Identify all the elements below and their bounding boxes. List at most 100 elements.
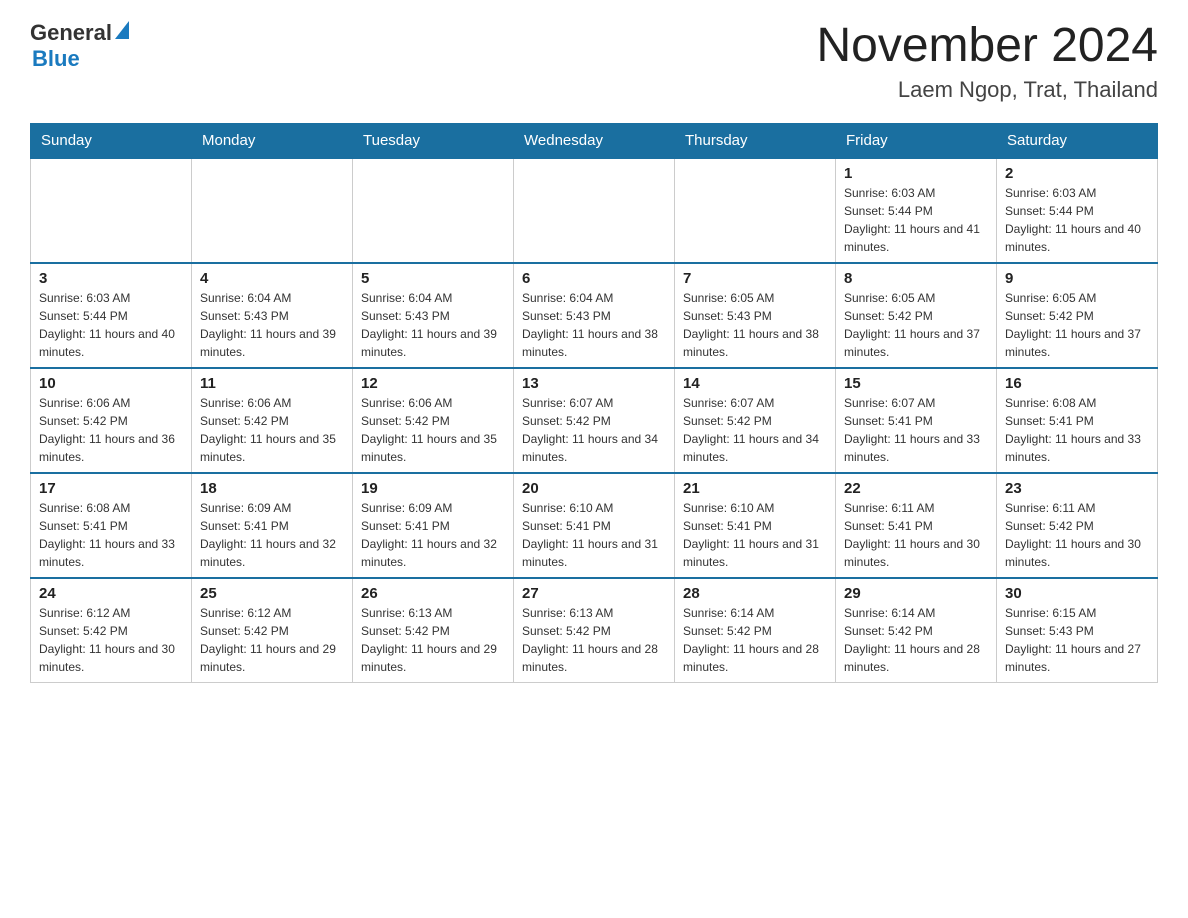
- day-info: Sunrise: 6:13 AMSunset: 5:42 PMDaylight:…: [361, 604, 505, 676]
- day-info: Sunrise: 6:04 AMSunset: 5:43 PMDaylight:…: [361, 289, 505, 361]
- day-info: Sunrise: 6:05 AMSunset: 5:42 PMDaylight:…: [844, 289, 988, 361]
- day-info: Sunrise: 6:05 AMSunset: 5:42 PMDaylight:…: [1005, 289, 1149, 361]
- day-info: Sunrise: 6:08 AMSunset: 5:41 PMDaylight:…: [39, 499, 183, 571]
- day-info: Sunrise: 6:11 AMSunset: 5:42 PMDaylight:…: [1005, 499, 1149, 571]
- day-info: Sunrise: 6:06 AMSunset: 5:42 PMDaylight:…: [39, 394, 183, 466]
- day-number: 11: [200, 375, 344, 392]
- day-info: Sunrise: 6:07 AMSunset: 5:42 PMDaylight:…: [683, 394, 827, 466]
- day-number: 2: [1005, 165, 1149, 182]
- calendar-cell: 4 Sunrise: 6:04 AMSunset: 5:43 PMDaylight…: [192, 263, 353, 368]
- calendar-cell: 30 Sunrise: 6:15 AMSunset: 5:43 PMDayligh…: [997, 578, 1158, 683]
- day-number: 19: [361, 480, 505, 497]
- day-info: Sunrise: 6:03 AMSunset: 5:44 PMDaylight:…: [39, 289, 183, 361]
- calendar-cell: [31, 158, 192, 263]
- day-info: Sunrise: 6:05 AMSunset: 5:43 PMDaylight:…: [683, 289, 827, 361]
- calendar-cell: 20 Sunrise: 6:10 AMSunset: 5:41 PMDayligh…: [514, 473, 675, 578]
- weekday-header-tuesday: Tuesday: [353, 123, 514, 158]
- weekday-header-wednesday: Wednesday: [514, 123, 675, 158]
- calendar-cell: 3 Sunrise: 6:03 AMSunset: 5:44 PMDaylight…: [31, 263, 192, 368]
- day-info: Sunrise: 6:03 AMSunset: 5:44 PMDaylight:…: [844, 184, 988, 256]
- day-info: Sunrise: 6:04 AMSunset: 5:43 PMDaylight:…: [200, 289, 344, 361]
- day-number: 16: [1005, 375, 1149, 392]
- calendar-cell: 29Sunrise: 6:14 AMSunset: 5:42 PMDayligh…: [836, 578, 997, 683]
- main-title: November 2024: [816, 20, 1158, 73]
- day-info: Sunrise: 6:12 AMSunset: 5:42 PMDaylight:…: [200, 604, 344, 676]
- day-number: 29: [844, 585, 988, 602]
- day-number: 22: [844, 480, 988, 497]
- weekday-header-saturday: Saturday: [997, 123, 1158, 158]
- calendar-cell: 25Sunrise: 6:12 AMSunset: 5:42 PMDayligh…: [192, 578, 353, 683]
- day-number: 4: [200, 270, 344, 287]
- day-number: 7: [683, 270, 827, 287]
- calendar-cell: [675, 158, 836, 263]
- day-info: Sunrise: 6:12 AMSunset: 5:42 PMDaylight:…: [39, 604, 183, 676]
- calendar-week-row: 10Sunrise: 6:06 AMSunset: 5:42 PMDayligh…: [31, 368, 1158, 473]
- day-info: Sunrise: 6:10 AMSunset: 5:41 PMDaylight:…: [522, 499, 666, 571]
- weekday-header-row: SundayMondayTuesdayWednesdayThursdayFrid…: [31, 123, 1158, 158]
- calendar-cell: 21 Sunrise: 6:10 AMSunset: 5:41 PMDayligh…: [675, 473, 836, 578]
- day-number: 26: [361, 585, 505, 602]
- day-number: 20: [522, 480, 666, 497]
- calendar-week-row: 24Sunrise: 6:12 AMSunset: 5:42 PMDayligh…: [31, 578, 1158, 683]
- day-number: 6: [522, 270, 666, 287]
- day-info: Sunrise: 6:09 AMSunset: 5:41 PMDaylight:…: [200, 499, 344, 571]
- day-info: Sunrise: 6:13 AMSunset: 5:42 PMDaylight:…: [522, 604, 666, 676]
- day-number: 12: [361, 375, 505, 392]
- calendar-week-row: 3 Sunrise: 6:03 AMSunset: 5:44 PMDaylight…: [31, 263, 1158, 368]
- day-info: Sunrise: 6:15 AMSunset: 5:43 PMDaylight:…: [1005, 604, 1149, 676]
- day-info: Sunrise: 6:11 AMSunset: 5:41 PMDaylight:…: [844, 499, 988, 571]
- calendar-cell: 2Sunrise: 6:03 AMSunset: 5:44 PMDaylight…: [997, 158, 1158, 263]
- calendar-cell: 27 Sunrise: 6:13 AMSunset: 5:42 PMDayligh…: [514, 578, 675, 683]
- day-number: 21: [683, 480, 827, 497]
- calendar-cell: 11 Sunrise: 6:06 AMSunset: 5:42 PMDayligh…: [192, 368, 353, 473]
- title-area: November 2024 Laem Ngop, Trat, Thailand: [816, 20, 1158, 103]
- calendar-cell: 16Sunrise: 6:08 AMSunset: 5:41 PMDayligh…: [997, 368, 1158, 473]
- calendar-cell: 14Sunrise: 6:07 AMSunset: 5:42 PMDayligh…: [675, 368, 836, 473]
- day-number: 9: [1005, 270, 1149, 287]
- logo-general-text: General: [30, 20, 112, 46]
- calendar-cell: 6 Sunrise: 6:04 AMSunset: 5:43 PMDaylight…: [514, 263, 675, 368]
- calendar-week-row: 17 Sunrise: 6:08 AMSunset: 5:41 PMDayligh…: [31, 473, 1158, 578]
- day-number: 17: [39, 480, 183, 497]
- subtitle: Laem Ngop, Trat, Thailand: [816, 77, 1158, 103]
- day-number: 3: [39, 270, 183, 287]
- calendar-cell: 5Sunrise: 6:04 AMSunset: 5:43 PMDaylight…: [353, 263, 514, 368]
- weekday-header-sunday: Sunday: [31, 123, 192, 158]
- calendar-cell: 13 Sunrise: 6:07 AMSunset: 5:42 PMDayligh…: [514, 368, 675, 473]
- calendar-cell: [353, 158, 514, 263]
- day-info: Sunrise: 6:10 AMSunset: 5:41 PMDaylight:…: [683, 499, 827, 571]
- day-number: 15: [844, 375, 988, 392]
- day-info: Sunrise: 6:04 AMSunset: 5:43 PMDaylight:…: [522, 289, 666, 361]
- calendar-cell: 1 Sunrise: 6:03 AMSunset: 5:44 PMDaylight…: [836, 158, 997, 263]
- calendar-cell: 24Sunrise: 6:12 AMSunset: 5:42 PMDayligh…: [31, 578, 192, 683]
- day-info: Sunrise: 6:09 AMSunset: 5:41 PMDaylight:…: [361, 499, 505, 571]
- weekday-header-monday: Monday: [192, 123, 353, 158]
- calendar-cell: 22 Sunrise: 6:11 AMSunset: 5:41 PMDayligh…: [836, 473, 997, 578]
- day-info: Sunrise: 6:06 AMSunset: 5:42 PMDaylight:…: [361, 394, 505, 466]
- day-number: 8: [844, 270, 988, 287]
- calendar-cell: 7 Sunrise: 6:05 AMSunset: 5:43 PMDaylight…: [675, 263, 836, 368]
- calendar-cell: 17 Sunrise: 6:08 AMSunset: 5:41 PMDayligh…: [31, 473, 192, 578]
- day-number: 23: [1005, 480, 1149, 497]
- calendar-cell: [514, 158, 675, 263]
- calendar-week-row: 1 Sunrise: 6:03 AMSunset: 5:44 PMDaylight…: [31, 158, 1158, 263]
- calendar-table: SundayMondayTuesdayWednesdayThursdayFrid…: [30, 123, 1158, 683]
- calendar-cell: 26 Sunrise: 6:13 AMSunset: 5:42 PMDayligh…: [353, 578, 514, 683]
- logo-blue-text: Blue: [32, 46, 80, 72]
- day-info: Sunrise: 6:07 AMSunset: 5:41 PMDaylight:…: [844, 394, 988, 466]
- logo: General Blue: [30, 20, 129, 72]
- weekday-header-thursday: Thursday: [675, 123, 836, 158]
- day-number: 28: [683, 585, 827, 602]
- day-number: 18: [200, 480, 344, 497]
- day-number: 27: [522, 585, 666, 602]
- page-header: General Blue November 2024 Laem Ngop, Tr…: [30, 20, 1158, 103]
- weekday-header-friday: Friday: [836, 123, 997, 158]
- day-info: Sunrise: 6:06 AMSunset: 5:42 PMDaylight:…: [200, 394, 344, 466]
- day-number: 13: [522, 375, 666, 392]
- day-number: 1: [844, 165, 988, 182]
- calendar-cell: 18 Sunrise: 6:09 AMSunset: 5:41 PMDayligh…: [192, 473, 353, 578]
- day-info: Sunrise: 6:07 AMSunset: 5:42 PMDaylight:…: [522, 394, 666, 466]
- day-number: 30: [1005, 585, 1149, 602]
- day-info: Sunrise: 6:14 AMSunset: 5:42 PMDaylight:…: [683, 604, 827, 676]
- calendar-cell: [192, 158, 353, 263]
